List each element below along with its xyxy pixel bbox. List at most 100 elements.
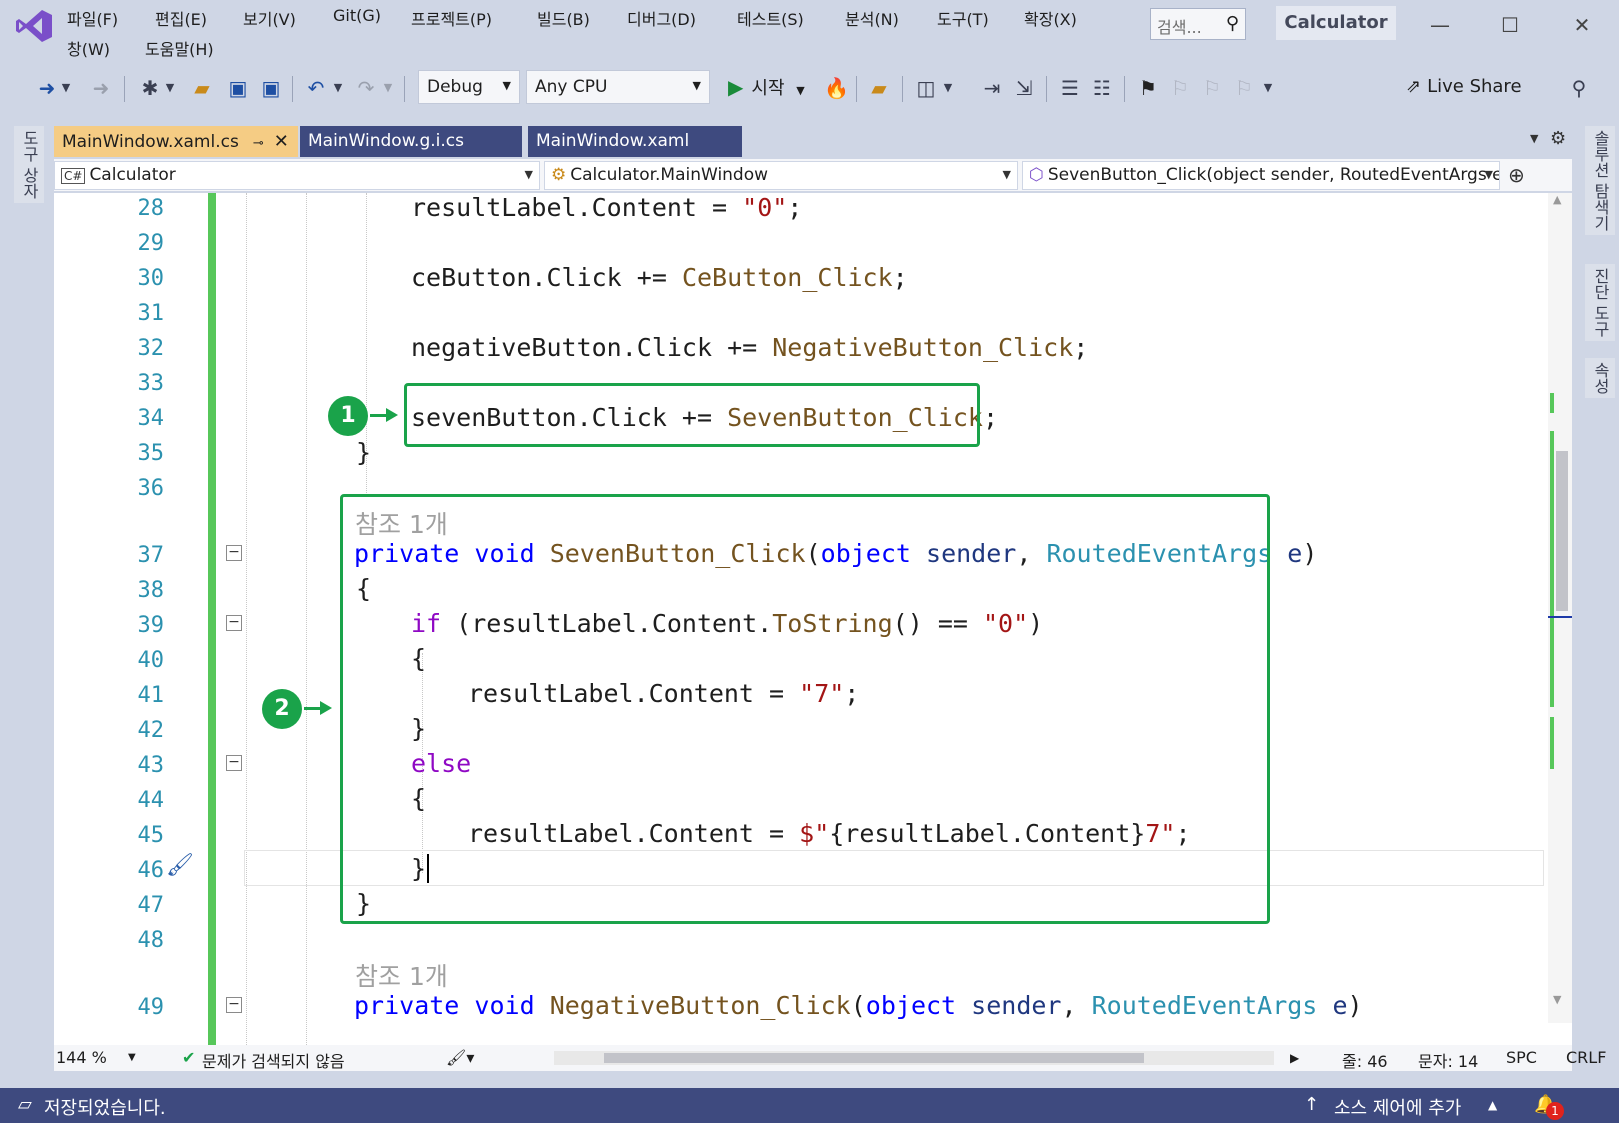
project-dropdown[interactable]: C# Calculator ▼ [54, 161, 540, 190]
change-tracking-bar [208, 193, 216, 1045]
highlight-box-event-handler [340, 494, 1270, 924]
menu-build[interactable]: 빌드(B) [537, 6, 590, 30]
screenshot-dropdown-icon[interactable]: ▼ [940, 74, 956, 102]
source-control-button[interactable]: 소스 제어에 추가 [1334, 1094, 1461, 1120]
menu-file[interactable]: 파일(F) [67, 6, 118, 30]
forward-icon[interactable]: ➜ [90, 74, 112, 102]
code-line-49[interactable]: private void NegativeButton_Click(object… [354, 991, 1363, 1020]
arrow-icon [304, 701, 332, 715]
properties-tab[interactable]: 속성 [1585, 358, 1615, 398]
open-folder-icon[interactable]: ▰ [190, 74, 214, 102]
char-indicator[interactable]: 문자: 14 [1418, 1048, 1478, 1072]
save-icon[interactable]: ▣ [226, 74, 250, 102]
maximize-button[interactable]: ☐ [1492, 10, 1528, 40]
code-line-32[interactable]: negativeButton.Click += NegativeButton_C… [411, 333, 1088, 362]
scroll-up-icon[interactable]: ▲ [1553, 193, 1561, 206]
menu-git[interactable]: Git(G) [333, 6, 381, 25]
search-input[interactable]: 검색... ⚲ [1150, 8, 1246, 40]
menu-tools[interactable]: 도구(T) [937, 6, 989, 30]
menu-analyze[interactable]: 분석(N) [845, 6, 899, 30]
chevron-down-icon: ▼ [1484, 168, 1493, 181]
start-dropdown-icon[interactable]: ▼ [796, 84, 804, 97]
separator [292, 76, 293, 102]
step-marker-2: 2 [262, 689, 302, 729]
line-indicator[interactable]: 줄: 46 [1342, 1048, 1388, 1072]
toolbar-overflow-icon[interactable]: ▼ [1260, 74, 1276, 102]
code-cleanup-icon[interactable]: 🖌▾ [446, 1048, 474, 1067]
gear-icon[interactable]: ⚙ [1550, 128, 1566, 149]
hot-reload-icon[interactable]: 🔥 [824, 74, 849, 102]
save-all-icon[interactable]: ▣ [258, 74, 284, 102]
member-dropdown[interactable]: ⬡ SevenButton_Click(object sender, Routed… [1022, 161, 1500, 190]
code-line-30[interactable]: ceButton.Click += CeButton_Click; [411, 263, 908, 292]
pin-icon[interactable]: ⊸ [253, 136, 264, 151]
new-dropdown-icon[interactable]: ▼ [162, 74, 178, 102]
menu-test[interactable]: 테스트(S) [737, 6, 804, 30]
menu-window[interactable]: 창(W) [67, 36, 110, 60]
close-button[interactable]: ✕ [1564, 10, 1600, 40]
new-project-icon[interactable]: ✱ [138, 74, 162, 102]
configuration-select[interactable]: Debug ▼ [418, 70, 520, 104]
close-tab-icon[interactable]: ✕ [274, 131, 289, 152]
menu-extensions[interactable]: 확장(X) [1024, 6, 1077, 30]
solution-explorer-tab[interactable]: 솔루션 탐색기 [1585, 126, 1615, 236]
horizontal-scrollbar[interactable] [554, 1051, 1274, 1065]
platform-select[interactable]: Any CPU ▼ [526, 70, 710, 104]
screenshot-icon[interactable]: ◫ [914, 74, 938, 102]
redo-icon[interactable]: ↷ [354, 74, 378, 102]
collapse-icon[interactable]: − [226, 545, 242, 561]
tab-mainwindow-xaml-cs[interactable]: MainWindow.xaml.cs ⊸ ✕ [54, 126, 298, 157]
chevron-up-icon[interactable]: ▲ [1488, 1098, 1497, 1112]
tab-mainwindow-g-i-cs[interactable]: MainWindow.g.i.cs [300, 126, 522, 157]
collapse-icon[interactable]: − [226, 615, 242, 631]
feedback-icon[interactable]: ⚲ [1566, 74, 1592, 102]
back-dropdown-icon[interactable]: ▼ [58, 74, 74, 102]
reference-count-lens[interactable]: 참조 1개 [355, 957, 448, 993]
indent-guide [306, 193, 307, 1045]
tab-mainwindow-xaml[interactable]: MainWindow.xaml [528, 126, 742, 157]
class-dropdown[interactable]: ⚙ Calculator.MainWindow ▼ [544, 161, 1018, 190]
menu-debug[interactable]: 디버그(D) [627, 6, 696, 30]
line-number: 29 [137, 231, 165, 256]
split-window-icon[interactable]: ⊕ [1508, 163, 1525, 187]
undo-icon[interactable]: ↶ [304, 74, 328, 102]
clear-bookmarks-icon[interactable]: ⚐ [1232, 74, 1256, 102]
start-button[interactable]: ▶ 시작 ▼ [728, 74, 805, 100]
toolbox-tab[interactable]: 도구 상자 [14, 126, 44, 204]
collapse-icon[interactable]: − [226, 997, 242, 1013]
issues-status[interactable]: 문제가 검색되지 않음 [202, 1048, 345, 1072]
scroll-thumb[interactable] [604, 1053, 1144, 1063]
find-in-files-icon[interactable]: ▰ [866, 74, 892, 102]
live-share-button[interactable]: ⇗ Live Share [1406, 76, 1522, 97]
diagnostic-tools-tab[interactable]: 진단 도구 [1585, 264, 1615, 342]
prev-bookmark-icon[interactable]: ⚐ [1168, 74, 1192, 102]
menu-help[interactable]: 도움말(H) [145, 36, 214, 60]
menu-edit[interactable]: 편집(E) [155, 6, 207, 30]
minimize-button[interactable]: — [1422, 10, 1458, 40]
quick-actions-brush-icon[interactable]: 🖌 [166, 853, 194, 878]
step-into-icon[interactable]: ⇥ [980, 74, 1004, 102]
scroll-right-icon[interactable]: ▶ [1290, 1051, 1299, 1065]
line-ending-indicator[interactable]: CRLF [1566, 1048, 1606, 1067]
code-line-28[interactable]: resultLabel.Content = "0"; [411, 193, 802, 222]
menu-project[interactable]: 프로젝트(P) [411, 6, 492, 30]
vertical-scrollbar[interactable]: ▲ ▼ [1548, 193, 1572, 1023]
scroll-down-icon[interactable]: ▼ [1553, 993, 1561, 1006]
scroll-thumb[interactable] [1556, 451, 1568, 611]
zoom-level[interactable]: 144 % [56, 1048, 107, 1067]
uncomment-icon[interactable]: ☷ [1090, 74, 1114, 102]
back-icon[interactable]: ➜ [36, 74, 58, 102]
next-bookmark-icon[interactable]: ⚐ [1200, 74, 1224, 102]
code-line-35[interactable]: } [356, 438, 371, 467]
redo-dropdown-icon[interactable]: ▼ [380, 74, 396, 102]
tab-list-icon[interactable]: ▼ [1530, 132, 1538, 145]
whitespace-indicator[interactable]: SPC [1506, 1048, 1537, 1067]
comment-icon[interactable]: ☰ [1058, 74, 1082, 102]
undo-dropdown-icon[interactable]: ▼ [330, 74, 346, 102]
menu-view[interactable]: 보기(V) [243, 6, 296, 30]
zoom-dropdown-icon[interactable]: ▼ [128, 1052, 136, 1063]
bookmark-icon[interactable]: ⚑ [1136, 74, 1160, 102]
step-over-icon[interactable]: ⇲ [1012, 74, 1036, 102]
code-editor[interactable]: 28 29 30 31 32 33 34 35 36 37 38 39 40 4… [54, 193, 1572, 1045]
collapse-icon[interactable]: − [226, 755, 242, 771]
